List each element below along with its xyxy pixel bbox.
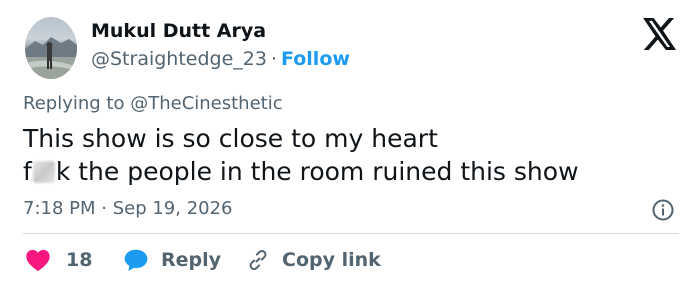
author-name[interactable]: Mukul Dutt Arya	[91, 20, 266, 42]
reply-button[interactable]: Reply	[123, 246, 221, 274]
reply-context: Replying to @TheCinesthetic	[23, 93, 283, 114]
copy-link-button[interactable]: Copy link	[246, 246, 381, 274]
like-count: 18	[66, 249, 93, 271]
reply-label: Reply	[161, 249, 222, 271]
author-handle-row: @Straightedge_23 · Follow	[91, 48, 350, 70]
tweet-line-2-start: f	[23, 157, 32, 186]
divider	[23, 233, 679, 234]
tweet-line-2-end: k the people in the room ruined this sho…	[55, 157, 579, 186]
handle-separator: ·	[270, 48, 278, 70]
link-icon	[249, 249, 267, 271]
avatar[interactable]	[25, 17, 77, 79]
x-logo-icon[interactable]	[642, 18, 678, 50]
censor-blur	[32, 161, 55, 183]
author-handle[interactable]: @Straightedge_23	[91, 48, 267, 70]
tweet-line-2: f k the people in the room ruined this sh…	[23, 155, 579, 188]
like-button[interactable]: 18	[25, 246, 92, 274]
copy-link-label: Copy link	[282, 249, 381, 271]
follow-button[interactable]: Follow	[281, 48, 350, 70]
tweet-line-1: This show is so close to my heart	[23, 124, 438, 153]
tweet-text: This show is so close to my heart f k the…	[23, 122, 579, 188]
reply-prefix: Replying to	[23, 93, 125, 114]
speech-bubble-icon	[124, 249, 148, 272]
info-icon[interactable]	[651, 198, 675, 222]
reply-mention-link[interactable]: @TheCinesthetic	[130, 93, 282, 114]
timestamp-link[interactable]: 7:18 PM · Sep 19, 2026	[23, 198, 233, 219]
heart-icon	[26, 249, 50, 272]
